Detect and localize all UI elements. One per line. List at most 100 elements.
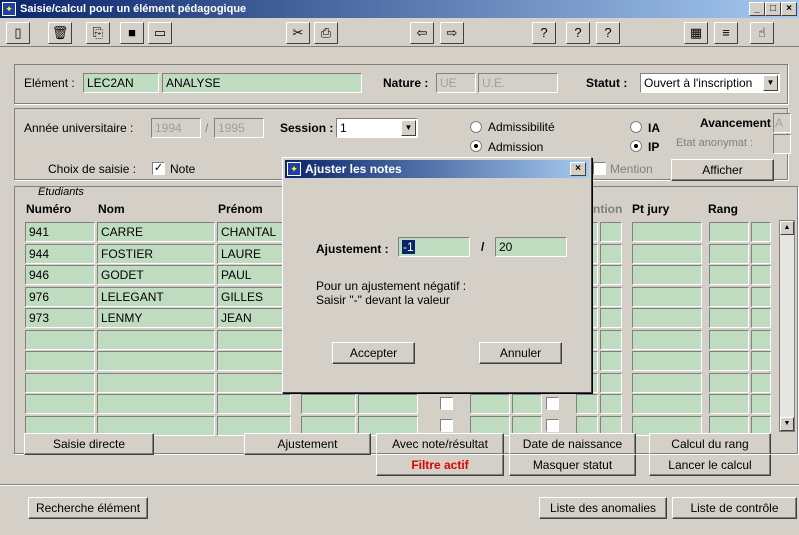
- cell-prenom[interactable]: [217, 351, 291, 371]
- masquer-statut-button[interactable]: Masquer statut: [509, 454, 636, 476]
- calcul-rang-button[interactable]: Calcul du rang: [649, 433, 771, 455]
- note-checkbox[interactable]: ✓: [152, 162, 165, 175]
- cell-numero[interactable]: 946: [25, 265, 95, 285]
- statut-select[interactable]: Ouvert à l'inscription ▼: [640, 73, 780, 93]
- row-checkbox[interactable]: [440, 397, 453, 410]
- cell-numero[interactable]: 973: [25, 308, 95, 328]
- recherche-element-button[interactable]: Recherche élément: [28, 497, 148, 519]
- cell[interactable]: [709, 265, 749, 285]
- avec-note-button[interactable]: Avec note/résultat: [376, 433, 504, 455]
- cell-numero[interactable]: 976: [25, 286, 95, 307]
- mention-checkbox[interactable]: [593, 162, 606, 175]
- admissibilite-radio[interactable]: [470, 121, 482, 133]
- cell-nom[interactable]: [97, 372, 215, 393]
- chevron-down-icon[interactable]: ▼: [401, 120, 416, 136]
- cell[interactable]: [709, 329, 749, 350]
- cell[interactable]: [600, 286, 622, 307]
- annee-from-field[interactable]: 1994: [151, 118, 201, 138]
- cell-prenom[interactable]: PAUL: [217, 265, 291, 285]
- cell[interactable]: [709, 243, 749, 264]
- minimize-button[interactable]: _: [749, 2, 765, 16]
- cell[interactable]: [512, 394, 542, 414]
- cell[interactable]: [709, 286, 749, 307]
- cell[interactable]: [709, 372, 749, 393]
- cell-prenom[interactable]: [217, 329, 291, 350]
- cell[interactable]: [751, 243, 771, 264]
- ia-radio[interactable]: [630, 121, 642, 133]
- new-doc-icon[interactable]: ▯: [6, 22, 30, 44]
- cell[interactable]: [600, 329, 622, 350]
- row-checkbox[interactable]: [440, 418, 453, 432]
- session-select[interactable]: 1 ▼: [336, 118, 418, 138]
- nature-name-field[interactable]: U.E.: [478, 73, 558, 93]
- admission-radio[interactable]: [470, 140, 482, 152]
- afficher-button[interactable]: Afficher: [671, 159, 774, 181]
- cell[interactable]: [751, 308, 771, 328]
- help-context-icon[interactable]: ?: [532, 22, 556, 44]
- cell[interactable]: [470, 394, 510, 414]
- cell[interactable]: [600, 265, 622, 285]
- dialog-close-icon[interactable]: ×: [570, 162, 586, 176]
- cell[interactable]: [751, 394, 771, 414]
- cell[interactable]: [600, 351, 622, 371]
- cell[interactable]: [632, 372, 702, 393]
- cell-numero[interactable]: [25, 372, 95, 393]
- cell[interactable]: [751, 329, 771, 350]
- close-button[interactable]: ×: [781, 2, 797, 16]
- save-icon[interactable]: ■: [120, 22, 144, 44]
- cell[interactable]: [751, 286, 771, 307]
- lancer-calcul-button[interactable]: Lancer le calcul: [649, 454, 771, 476]
- cell[interactable]: [600, 372, 622, 393]
- cell[interactable]: [751, 372, 771, 393]
- print-icon[interactable]: ⎙: [314, 22, 338, 44]
- cell[interactable]: [751, 222, 771, 242]
- cell-nom[interactable]: [97, 394, 215, 414]
- cell[interactable]: [600, 222, 622, 242]
- cell-nom[interactable]: FOSTIER: [97, 243, 215, 264]
- cell-numero[interactable]: [25, 351, 95, 371]
- annee-to-field[interactable]: 1995: [214, 118, 264, 138]
- cell-numero[interactable]: [25, 329, 95, 350]
- cell-nom[interactable]: [97, 329, 215, 350]
- date-naissance-button[interactable]: Date de naissance: [509, 433, 636, 455]
- hand-icon[interactable]: ☝: [750, 22, 774, 44]
- cell[interactable]: [632, 222, 702, 242]
- cell[interactable]: [632, 351, 702, 371]
- help-plus-icon[interactable]: ?: [596, 22, 620, 44]
- scroll-up-icon[interactable]: ▲: [780, 221, 794, 235]
- cell[interactable]: [709, 222, 749, 242]
- cell-prenom[interactable]: GILLES: [217, 286, 291, 307]
- accepter-button[interactable]: Accepter: [332, 342, 415, 364]
- cell[interactable]: [751, 351, 771, 371]
- filtre-actif-button[interactable]: Filtre actif: [376, 454, 504, 476]
- cell[interactable]: [751, 265, 771, 285]
- cell[interactable]: [301, 394, 356, 414]
- help-icon[interactable]: ?: [566, 22, 590, 44]
- ajustement-button[interactable]: Ajustement: [244, 433, 371, 455]
- ajustement-max-field[interactable]: 20: [495, 237, 567, 257]
- cell[interactable]: [632, 394, 702, 414]
- nature-code-field[interactable]: UE: [436, 73, 476, 93]
- form-icon[interactable]: ▭: [148, 22, 172, 44]
- liste-controle-button[interactable]: Liste de contrôle: [672, 497, 797, 519]
- cell[interactable]: [709, 351, 749, 371]
- cell-nom[interactable]: [97, 351, 215, 371]
- trash-icon[interactable]: 🗑: [48, 22, 72, 44]
- arrow-left-icon[interactable]: ⇦: [410, 22, 434, 44]
- cell[interactable]: [600, 243, 622, 264]
- row-checkbox[interactable]: [546, 397, 559, 410]
- cell[interactable]: [600, 394, 622, 414]
- cell[interactable]: [632, 265, 702, 285]
- ip-radio[interactable]: [630, 140, 642, 152]
- list-icon[interactable]: ≡: [714, 22, 738, 44]
- calculator-icon[interactable]: ▦: [684, 22, 708, 44]
- cell[interactable]: [632, 329, 702, 350]
- cell[interactable]: [576, 394, 598, 414]
- cell-prenom[interactable]: [217, 372, 291, 393]
- table-scrollbar[interactable]: ▲ ▼: [779, 220, 795, 432]
- cell[interactable]: [632, 308, 702, 328]
- cell-nom[interactable]: GODET: [97, 265, 215, 285]
- liste-anomalies-button[interactable]: Liste des anomalies: [539, 497, 667, 519]
- cell-prenom[interactable]: LAURE: [217, 243, 291, 264]
- cut-icon[interactable]: ✂: [286, 22, 310, 44]
